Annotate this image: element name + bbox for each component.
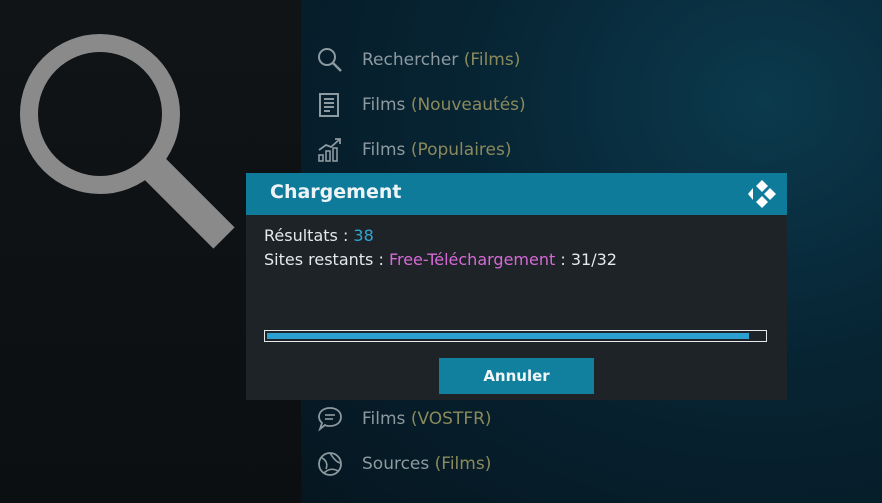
menu-item-sources-movies[interactable]: Sources (Films)	[316, 449, 491, 479]
menu-item-sub: (Nouveautés)	[410, 95, 526, 115]
sites-remaining-line: Sites restants : Free-Téléchargement : 3…	[264, 250, 617, 269]
sites-label: Sites restants :	[264, 250, 389, 269]
search-icon	[316, 46, 344, 74]
kodi-logo-icon	[748, 180, 776, 208]
progress-bar	[264, 330, 767, 342]
menu-item-label: Sources	[362, 454, 430, 474]
dialog-body: Résultats : 38 Sites restants : Free-Tél…	[246, 215, 787, 400]
news-icon	[316, 91, 344, 119]
menu-item-label: Films	[362, 140, 406, 160]
menu-item-new-movies[interactable]: Films (Nouveautés)	[316, 90, 526, 120]
menu-item-label: Films	[362, 409, 406, 429]
menu-item-sub: (Populaires)	[410, 140, 512, 160]
current-site-name: Free-Téléchargement	[388, 250, 556, 269]
trending-chart-icon	[316, 136, 344, 164]
menu-item-sub: (Films)	[463, 50, 521, 70]
results-count: 38	[353, 226, 374, 245]
large-search-icon	[20, 34, 235, 249]
menu-item-popular-movies[interactable]: Films (Populaires)	[316, 135, 511, 165]
progress-bar-fill	[267, 333, 749, 339]
menu-item-search-movies[interactable]: Rechercher (Films)	[316, 45, 520, 75]
globe-icon	[316, 450, 344, 478]
results-label: Résultats :	[264, 226, 354, 245]
menu-item-label: Films	[362, 95, 406, 115]
dialog-header: Chargement	[246, 173, 787, 215]
progress-dialog: Chargement Résultats : 38 Sites restants…	[246, 173, 787, 400]
menu-item-vostfr-movies[interactable]: Films (VOSTFR)	[316, 404, 492, 434]
menu-item-label: Rechercher	[362, 50, 459, 70]
dialog-title: Chargement	[270, 181, 402, 203]
menu-item-sub: (VOSTFR)	[410, 409, 492, 429]
chat-bubble-icon	[316, 405, 344, 433]
cancel-button[interactable]: Annuler	[439, 358, 594, 394]
sites-count: : 31/32	[555, 250, 617, 269]
results-line: Résultats : 38	[264, 226, 374, 245]
menu-item-sub: (Films)	[434, 454, 492, 474]
